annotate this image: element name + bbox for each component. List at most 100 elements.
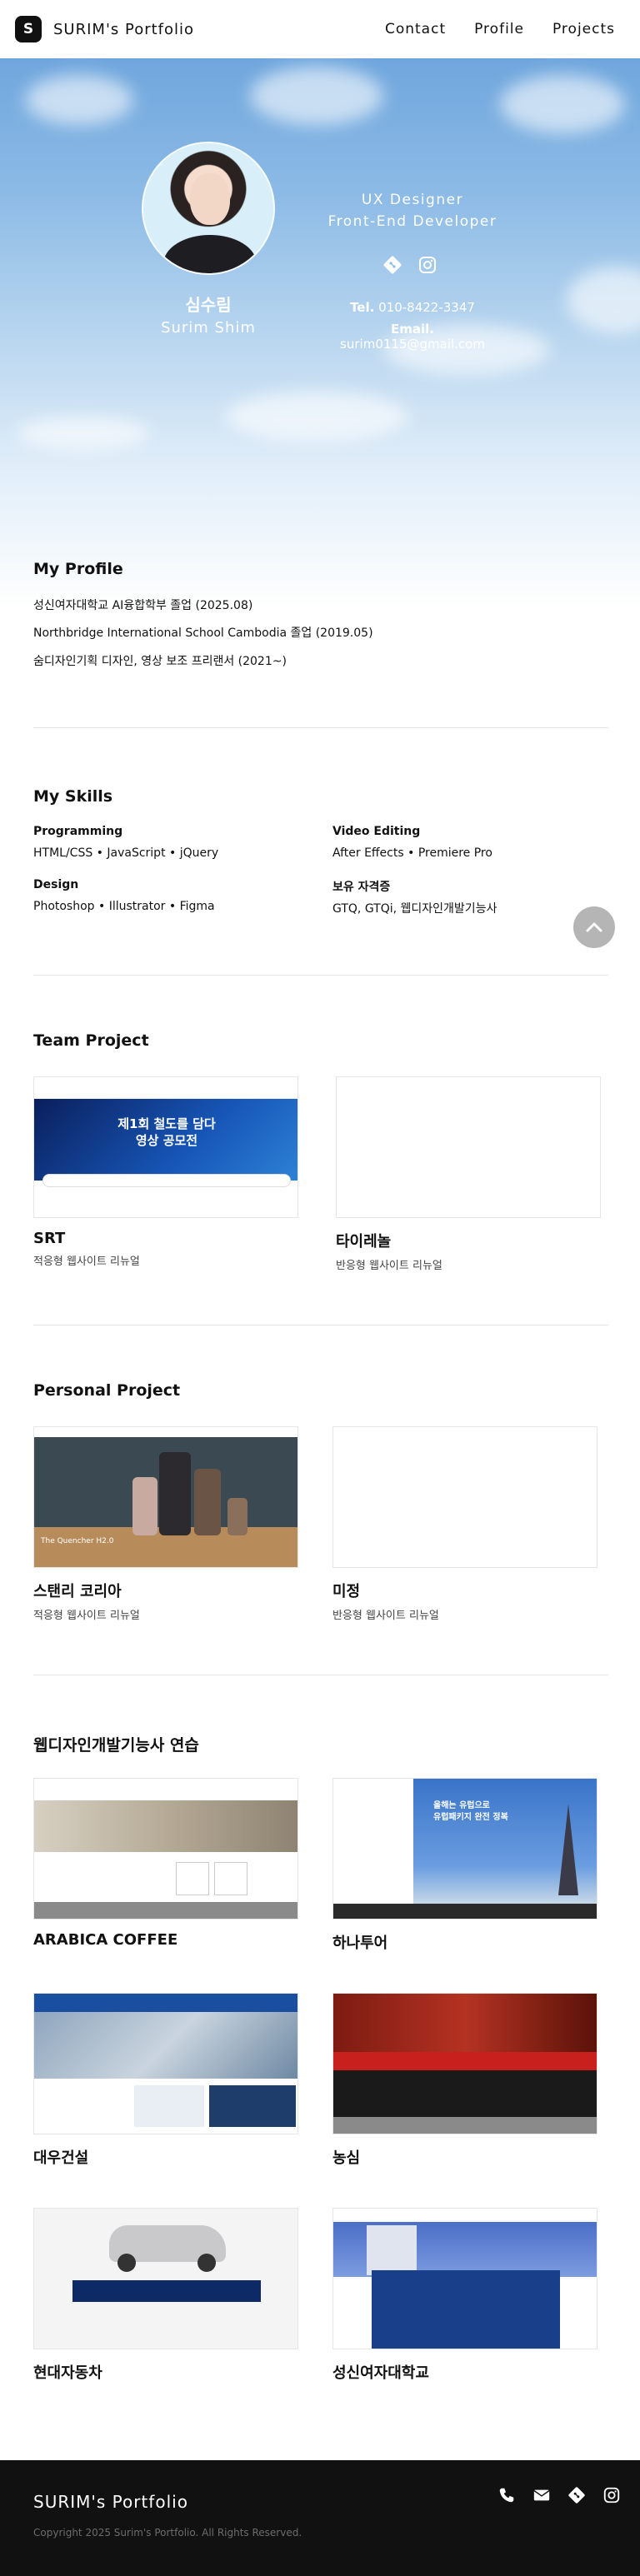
personal-title: Personal Project xyxy=(33,1381,181,1400)
cloud xyxy=(17,417,150,450)
practice-section: 웹디자인개발기능사 연습 xyxy=(33,1733,608,1755)
divider xyxy=(33,975,608,976)
hero-social xyxy=(382,254,438,276)
project-title: 미정 xyxy=(332,1583,361,1600)
project-thumb: The Quencher H2.0 xyxy=(33,1426,298,1568)
nav-contact[interactable]: Contact xyxy=(385,21,446,37)
thumb-panel xyxy=(372,2270,560,2349)
practice-title-item: 성신여자대학교 xyxy=(332,2364,429,2382)
thumb-caption: The Quencher H2.0 xyxy=(41,1537,114,1545)
cloud xyxy=(567,267,640,333)
profile-item: Northbridge International School Cambodi… xyxy=(33,627,373,640)
project-card-srt[interactable]: 제1회 철도를 담다 영상 공모전 SRT 적응형 웹사이트 리뉴얼 xyxy=(33,1076,298,1268)
project-title: 타이레놀 xyxy=(336,1233,392,1251)
skill-value: GTQ, GTQi, 웹디자인개발기능사 xyxy=(332,902,498,916)
thumb-wheel xyxy=(198,2254,216,2272)
git-icon[interactable] xyxy=(382,254,403,276)
practice-title-item: 농심 xyxy=(332,2149,361,2167)
practice-title-item: 대우건설 xyxy=(33,2149,89,2167)
profile-section: My Profile xyxy=(33,560,608,578)
practice-card-arabica[interactable]: ARABICA COFFEE xyxy=(33,1778,298,1949)
main-nav: Contact Profile Projects xyxy=(385,21,615,37)
cloud xyxy=(225,392,408,442)
instagram-icon[interactable] xyxy=(417,254,438,276)
thumb-banner xyxy=(333,1994,597,2052)
thumb-bar xyxy=(72,2280,261,2302)
role-fe: Front-End Developer xyxy=(328,213,498,230)
skill-heading: Video Editing xyxy=(332,825,421,838)
scroll-top-button[interactable] xyxy=(573,906,615,948)
skills-title: My Skills xyxy=(33,787,113,806)
project-thumb xyxy=(33,1778,298,1920)
project-thumb-empty xyxy=(336,1076,601,1218)
cloud xyxy=(25,75,133,125)
skill-value: After Effects • Premiere Pro xyxy=(332,846,492,860)
footer-logo[interactable]: SURIM's Portfolio xyxy=(33,2492,188,2512)
project-card-tylenol[interactable]: 타이레놀 반응형 웹사이트 리뉴얼 xyxy=(336,1076,601,1272)
avatar-body xyxy=(163,235,257,273)
practice-card-daewoo[interactable]: 대우건설 xyxy=(33,1993,298,2168)
personal-section: Personal Project xyxy=(33,1381,608,1400)
cloud xyxy=(500,75,625,133)
thumb-strip xyxy=(333,2052,597,2070)
email-value[interactable]: surim0115@gmail.com xyxy=(340,337,485,352)
thumb-navbar xyxy=(34,1077,298,1099)
mail-icon[interactable] xyxy=(532,2485,552,2505)
thumb-navbar xyxy=(34,1994,298,2012)
thumb-photo xyxy=(34,1800,298,1852)
thumb-footer xyxy=(333,1904,597,1919)
instagram-icon[interactable] xyxy=(602,2485,622,2505)
contact-tel: Tel. 010-8422-3347 xyxy=(317,300,508,315)
tel-value[interactable]: 010-8422-3347 xyxy=(378,300,475,315)
practice-card-hanatour[interactable]: 올해는 유럽으로 유럽패키지 완전 정복 하나투어 xyxy=(332,1778,598,1953)
project-thumb-empty xyxy=(332,1426,598,1568)
practice-title-item: ARABICA COFFEE xyxy=(33,1931,178,1949)
thumb-box xyxy=(134,2085,204,2127)
footer-icons xyxy=(497,2485,622,2505)
profile-item: 숨디자인기획 디자인, 영상 보조 프리랜서 (2021~) xyxy=(33,655,287,668)
hero-section: 심수림 Surim Shim UX Designer Front-End Dev… xyxy=(0,58,640,608)
contact-email: Email. surim0115@gmail.com xyxy=(317,322,508,352)
logo[interactable]: S SURIM's Portfolio xyxy=(15,16,194,42)
project-title: 스탠리 코리아 xyxy=(33,1583,122,1600)
team-section: Team Project xyxy=(33,1031,608,1050)
git-icon[interactable] xyxy=(567,2485,587,2505)
email-label: Email. xyxy=(391,322,434,337)
practice-card-nongshim[interactable]: 농심 xyxy=(332,1993,598,2168)
thumb-building xyxy=(367,2225,417,2275)
thumb-wheel xyxy=(118,2254,136,2272)
project-card-stanley[interactable]: The Quencher H2.0 스탠리 코리아 적응형 웹사이트 리뉴얼 xyxy=(33,1426,298,1622)
logo-text: SURIM's Portfolio xyxy=(53,20,195,38)
avatar-face xyxy=(190,173,230,225)
chevron-up-icon xyxy=(586,922,602,932)
thumb-product xyxy=(176,1862,209,1895)
thumb-aerial xyxy=(34,2012,298,2079)
name-english: Surim Shim xyxy=(161,319,256,337)
project-sub: 반응형 웹사이트 리뉴얼 xyxy=(336,1260,442,1272)
project-sub: 적응형 웹사이트 리뉴얼 xyxy=(33,1610,140,1622)
tel-label: Tel. xyxy=(350,300,375,315)
phone-icon[interactable] xyxy=(497,2485,517,2505)
thumb-banner-text: 제1회 철도를 담다 영상 공모전 xyxy=(118,1116,216,1148)
nav-projects[interactable]: Projects xyxy=(552,21,615,37)
project-thumb xyxy=(332,1993,598,2134)
project-thumb: 올해는 유럽으로 유럽패키지 완전 정복 xyxy=(332,1778,598,1920)
skills-section: My Skills xyxy=(33,787,608,806)
cloud xyxy=(250,67,383,125)
profile-item: 성신여자대학교 AI융합학부 졸업 (2025.08) xyxy=(33,599,253,612)
thumb-box xyxy=(209,2085,296,2127)
project-title: SRT xyxy=(33,1230,66,1247)
skill-value: Photoshop • Illustrator • Figma xyxy=(33,900,215,913)
project-thumb: 제1회 철도를 담다 영상 공모전 xyxy=(33,1076,298,1218)
thumb-notice xyxy=(333,2070,597,2117)
site-footer: SURIM's Portfolio Copyright 2025 Surim's… xyxy=(0,2460,640,2576)
project-card-tbd[interactable]: 미정 반응형 웹사이트 리뉴얼 xyxy=(332,1426,598,1622)
practice-card-sungshin[interactable]: 성신여자대학교 xyxy=(332,2208,598,2383)
practice-title: 웹디자인개발기능사 연습 xyxy=(33,1736,199,1755)
thumb-footer xyxy=(34,1902,298,1919)
thumb-footer xyxy=(333,2117,597,2134)
role-ux: UX Designer xyxy=(361,192,464,208)
nav-profile[interactable]: Profile xyxy=(474,21,524,37)
practice-card-hyundai[interactable]: 현대자동차 xyxy=(33,2208,298,2383)
project-thumb xyxy=(33,1993,298,2134)
